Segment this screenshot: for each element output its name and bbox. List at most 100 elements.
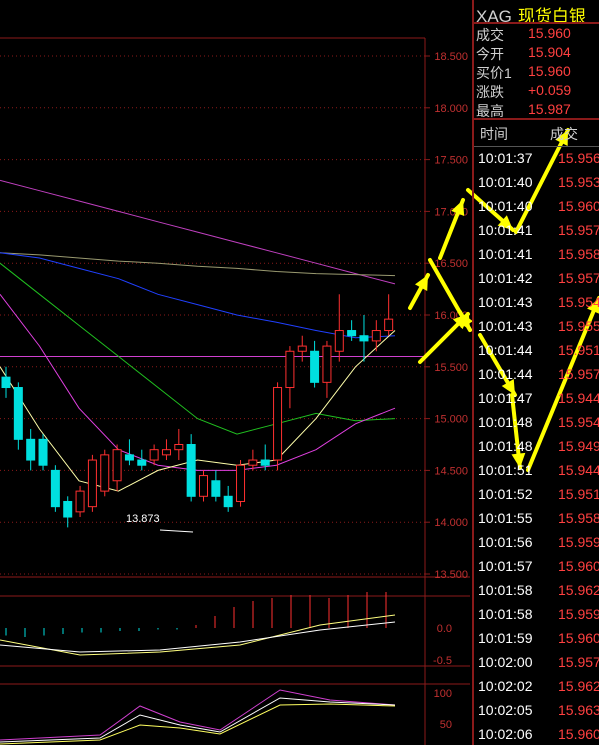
price-grid (0, 37, 470, 745)
candle-body (100, 454, 110, 492)
tick-price: 15.960 (558, 726, 599, 742)
candle-body (310, 350, 320, 383)
tick-time: 10:02:05 (478, 702, 533, 718)
moving-average-line (0, 252, 396, 277)
candlestick-series (1, 294, 394, 528)
tick-time: 10:01:52 (478, 486, 533, 502)
tick-time: 10:01:47 (478, 390, 533, 406)
tick-time: 10:01:37 (478, 150, 533, 166)
tick-row: 10:01:42 15.957 (478, 270, 599, 286)
tick-row: 10:01:58 15.962 (478, 582, 599, 598)
tick-time: 10:01:56 (478, 534, 533, 550)
tick-row: 10:01:55 15.958 (478, 510, 599, 526)
candle-body (334, 330, 344, 352)
tick-price: 15.954 (558, 294, 599, 310)
quote-value: 15.987 (528, 101, 571, 117)
tick-time: 10:02:02 (478, 678, 533, 694)
price-tick-label: 13.500 (434, 569, 468, 581)
tick-row: 10:01:37 15.956 (478, 150, 599, 166)
tick-price: 15.944 (558, 462, 599, 478)
tick-row: 10:01:59 15.960 (478, 630, 599, 646)
candle-body (75, 490, 85, 513)
tick-time: 10:02:00 (478, 654, 533, 670)
moving-average-line (0, 252, 396, 339)
macd-line (0, 614, 396, 656)
tick-time: 10:01:44 (478, 342, 533, 358)
low-annotation: 13.873 (126, 513, 160, 525)
tick-time: 10:01:48 (478, 414, 533, 430)
quote-value: 15.960 (528, 25, 571, 41)
tick-time: 10:02:06 (478, 726, 533, 742)
tick-row: 10:01:51 15.944 (478, 462, 599, 478)
candle-body (273, 387, 283, 461)
candle-body (13, 387, 23, 440)
quote-label: 涨跌 (476, 84, 504, 100)
price-tick-label: 18.000 (434, 103, 468, 115)
tick-time: 10:01:59 (478, 630, 533, 646)
candle-body (297, 345, 307, 352)
tick-time: 10:01:44 (478, 366, 533, 382)
candle-body (322, 345, 332, 383)
candle-body (50, 469, 60, 508)
tick-time: 10:01:41 (478, 222, 533, 238)
tick-price: 15.949 (558, 438, 599, 454)
tick-time: 10:01:57 (478, 558, 533, 574)
tick-price: 15.962 (558, 678, 599, 694)
tick-row: 10:01:52 15.951 (478, 486, 599, 502)
quote-label: 成交 (476, 27, 504, 43)
tick-price: 15.944 (558, 390, 599, 406)
tick-price: 15.959 (558, 534, 599, 550)
tick-time: 10:01:43 (478, 294, 533, 310)
candle-body (26, 438, 36, 461)
quote-value: +0.059 (528, 82, 572, 98)
candle-body (38, 438, 48, 466)
candle-body (186, 444, 196, 497)
tick-price: 15.957 (558, 270, 599, 286)
tick-row: 10:01:41 15.957 (478, 222, 599, 238)
candle-body (137, 459, 147, 466)
tick-time: 10:01:48 (478, 438, 533, 454)
tick-time: 10:01:55 (478, 510, 533, 526)
kdj-d-line (0, 703, 396, 745)
tick-price: 15.957 (558, 222, 599, 238)
tick-price: 15.960 (558, 198, 599, 214)
tick-header-price: 成交 (550, 126, 578, 142)
quote-panel: XAG 现货白银 成交 15.960 今开 15.904 买价1 15.960 涨跌 +0.05… (472, 0, 599, 745)
tick-price: 15.954 (558, 414, 599, 430)
price-tick-label: 15.500 (434, 362, 468, 374)
tick-row: 10:01:43 15.954 (478, 294, 599, 310)
tick-time: 10:01:43 (478, 318, 533, 334)
tick-header-time: 时间 (480, 126, 508, 142)
macd-axis-label: 0.0 (437, 623, 452, 635)
tick-row: 10:01:40 15.953 (478, 174, 599, 190)
kdj-axis-label: 100 (434, 688, 452, 700)
candle-body (236, 464, 246, 502)
kdj-j-line (0, 689, 396, 741)
candle-body (174, 444, 184, 451)
candle-body (384, 318, 394, 332)
moving-average-line (0, 330, 396, 492)
tick-row: 10:01:57 15.960 (478, 558, 599, 574)
tick-row: 10:01:47 15.944 (478, 390, 599, 406)
tick-row: 10:02:00 15.957 (478, 654, 599, 670)
kdj-axis-label: 50 (440, 719, 452, 731)
tick-price: 15.957 (558, 366, 599, 382)
tick-price: 15.960 (558, 630, 599, 646)
price-axis: 18.50018.00017.50017.00016.50016.00015.5… (126, 51, 468, 581)
macd-panel: 0.0 -0.5 (0, 592, 452, 667)
tick-price: 15.956 (558, 150, 599, 166)
candle-body (199, 475, 208, 497)
tick-price: 15.953 (558, 174, 599, 190)
candle-body (223, 495, 233, 508)
tick-row: 10:01:48 15.954 (478, 414, 599, 430)
tick-row: 10:01:40 15.960 (478, 198, 599, 214)
candle-body (161, 449, 171, 456)
tick-row: 10:01:43 15.955 (478, 318, 599, 334)
tick-price: 15.958 (558, 510, 599, 526)
tick-price: 15.962 (558, 582, 599, 598)
tick-row: 10:01:44 15.951 (478, 342, 599, 358)
tick-row: 10:01:56 15.959 (478, 534, 599, 550)
candle-body (347, 330, 357, 337)
price-tick-label: 18.500 (434, 51, 468, 63)
tick-row: 10:01:58 15.959 (478, 606, 599, 622)
